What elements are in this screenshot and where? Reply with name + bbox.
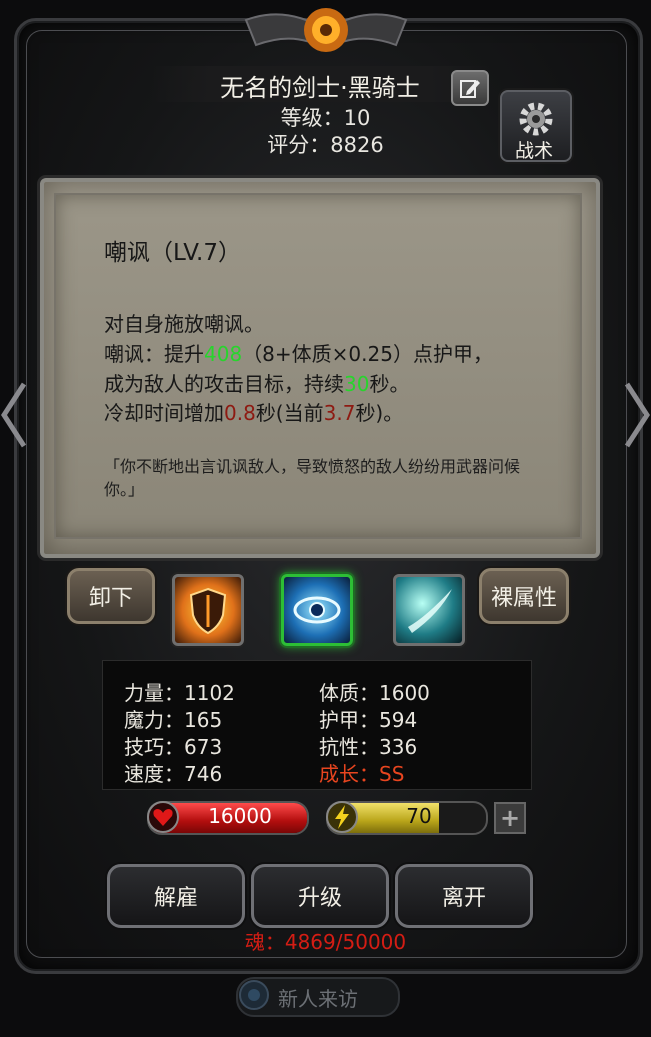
base-attributes-button[interactable]: 裸属性	[479, 568, 569, 624]
attr-resistance: 抗性：336	[319, 735, 418, 759]
attr-speed: 速度：746	[124, 762, 223, 786]
prev-hero-arrow-icon[interactable]	[0, 380, 30, 450]
skill-desc-line2: 嘲讽：提升408（8+体质×0.25）点护甲，	[104, 342, 493, 366]
leave-button[interactable]: 离开	[395, 864, 533, 928]
gear-icon	[519, 102, 553, 136]
attr-strength: 力量：1102	[124, 681, 235, 705]
attr-armor: 护甲：594	[319, 708, 418, 732]
hp-value: 16000	[208, 804, 272, 828]
unequip-button[interactable]: 卸下	[67, 568, 155, 624]
shield-icon	[189, 587, 227, 635]
edit-name-button[interactable]	[451, 70, 489, 106]
add-energy-button[interactable]: +	[494, 802, 526, 834]
attr-magic: 魔力：165	[124, 708, 223, 732]
slash-skill-icon[interactable]	[393, 574, 465, 646]
newcomer-label: 新人来访	[278, 986, 358, 1011]
energy-value: 70	[406, 804, 432, 828]
skill-desc-line4: 冷却时间增加0.8秒(当前3.7秒)。	[104, 401, 404, 425]
slash-icon	[408, 589, 452, 633]
hero-name: 无名的剑士·黑骑士	[220, 74, 420, 102]
skill-title: 嘲讽（LV.7）	[104, 240, 242, 266]
cooldown-increase-value: 0.8	[224, 401, 256, 425]
eye-icon	[293, 596, 341, 624]
attr-skill: 技巧：673	[124, 735, 223, 759]
attr-constitution: 体质：1600	[319, 681, 430, 705]
shield-skill-icon[interactable]	[172, 574, 244, 646]
soul-counter: 魂：4869/50000	[244, 930, 407, 954]
attr-growth: 成长：SS	[319, 762, 405, 786]
skill-desc-line1: 对自身施放嘲讽。	[104, 312, 264, 336]
heart-icon	[147, 801, 179, 833]
upgrade-button[interactable]: 升级	[251, 864, 389, 928]
armor-bonus-value: 408	[204, 342, 243, 366]
current-cooldown-value: 3.7	[323, 401, 356, 425]
tactics-label: 战术	[514, 140, 553, 162]
top-ornament-icon	[244, 8, 408, 52]
skill-desc-line3: 成为敌人的攻击目标，持续30秒。	[104, 372, 410, 396]
lightning-icon	[326, 801, 358, 833]
dismiss-button[interactable]: 解雇	[107, 864, 245, 928]
skill-flavor-quote: 「你不断地出言讥讽敌人，导致愤怒的敌人纷纷用武器问候你。」	[104, 457, 521, 499]
edit-icon	[460, 80, 480, 98]
next-hero-arrow-icon[interactable]	[621, 380, 651, 450]
duration-value: 30	[344, 372, 370, 396]
eye-skill-icon[interactable]	[281, 574, 353, 646]
newcomer-icon	[239, 980, 269, 1010]
